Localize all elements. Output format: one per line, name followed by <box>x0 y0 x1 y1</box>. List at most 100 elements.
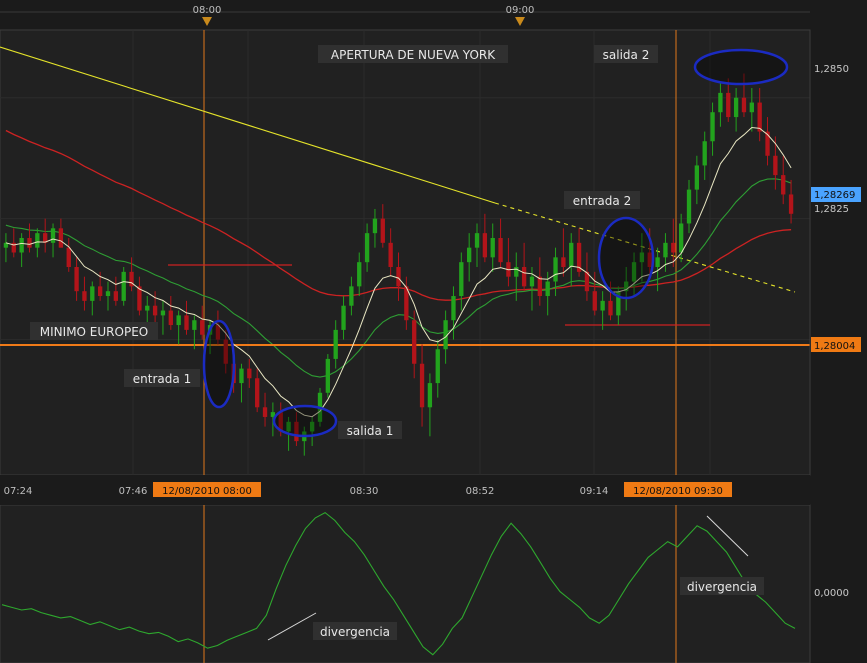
candle-body <box>27 237 32 248</box>
session-open-label: APERTURA DE NUEVA YORK <box>331 48 496 62</box>
candle-body <box>749 102 754 113</box>
candle-body <box>90 286 95 301</box>
candle-body <box>514 267 519 277</box>
candle-body <box>176 315 181 326</box>
candle-body <box>474 233 480 248</box>
candle-body <box>561 257 566 268</box>
candle-body <box>671 242 676 253</box>
candle-body <box>529 276 535 287</box>
candle-body <box>569 242 574 268</box>
candle-body <box>686 189 692 224</box>
candle-body <box>451 296 456 321</box>
candle-body <box>678 223 684 253</box>
exit1-label: salida 1 <box>347 424 394 438</box>
candle-body <box>710 112 715 142</box>
time-highlight-0930-label: 12/08/2010 09:30 <box>633 486 723 497</box>
candle-body <box>757 102 762 132</box>
entry2-ellipse <box>597 216 655 300</box>
top-marker-0900: 09:00 <box>506 5 535 16</box>
candle-body <box>733 97 739 118</box>
candle-body <box>521 267 527 287</box>
candle-body <box>168 310 173 326</box>
candle-body <box>19 237 24 253</box>
candle-body <box>498 237 503 263</box>
annotation-exit1: salida 1 <box>338 421 402 439</box>
price-tick-12850: 1,2850 <box>814 64 849 75</box>
annotation-exit2: salida 2 <box>594 45 658 63</box>
candle-body <box>608 300 613 316</box>
time-tick-0914: 09:14 <box>580 486 609 497</box>
candle-body <box>412 320 417 364</box>
candle-body <box>192 320 197 330</box>
annotation-entry2: entrada 2 <box>564 191 640 209</box>
exit2-label: salida 2 <box>603 48 650 62</box>
candle-body <box>357 262 362 287</box>
candle-body <box>50 228 56 243</box>
annotation-entry1: entrada 1 <box>124 369 200 387</box>
support-price-label: 1,28004 <box>814 341 855 352</box>
candle-body <box>726 92 731 118</box>
candle-body <box>66 247 71 268</box>
time-tick-0830: 08:30 <box>350 486 379 497</box>
candle-body <box>718 92 723 113</box>
price-pane <box>0 29 811 476</box>
candle-body <box>396 267 401 287</box>
candle-body <box>545 281 550 297</box>
candle-body <box>200 320 205 335</box>
candle-body <box>694 165 700 190</box>
candle-body <box>113 291 119 301</box>
candle-body <box>467 247 472 263</box>
candle-body <box>655 257 660 268</box>
candle-body <box>325 358 330 393</box>
candle-body <box>553 257 558 282</box>
candle-body <box>247 368 252 379</box>
candle-body <box>419 363 425 408</box>
candle-body <box>435 349 440 384</box>
time-tick-0852: 08:52 <box>466 486 495 497</box>
candle-body <box>82 291 87 301</box>
entry1-label: entrada 1 <box>133 372 191 386</box>
chart-canvas: 08:00 09:00 APERTURA DE NUEVA YORK MINIM… <box>0 0 867 663</box>
time-tick-0724: 07:24 <box>4 486 33 497</box>
entry2-label: entrada 2 <box>573 194 631 208</box>
candle-body <box>35 233 40 248</box>
candle-body <box>239 368 244 384</box>
price-tick-12825: 1,2825 <box>814 204 849 215</box>
candle-body <box>781 175 786 195</box>
annotation-divergence1: divergencia <box>313 622 397 640</box>
candle-body <box>663 242 668 258</box>
candle-body <box>333 329 338 359</box>
candle-body <box>600 300 605 311</box>
candle-body <box>97 286 103 297</box>
candle-body <box>184 315 189 330</box>
candle-body <box>482 233 488 258</box>
candle-body <box>262 407 268 417</box>
candle-body <box>741 97 747 113</box>
time-highlight-0800-label: 12/08/2010 08:00 <box>162 486 252 497</box>
divergence2-label: divergencia <box>687 580 757 594</box>
candle-body <box>537 276 542 297</box>
divergence1-label: divergencia <box>320 625 390 639</box>
top-marker-0800: 08:00 <box>193 5 222 16</box>
candle-body <box>255 378 260 408</box>
candle-body <box>121 271 126 301</box>
time-tick-0746: 07:46 <box>119 486 148 497</box>
exit2-ellipse <box>693 48 789 86</box>
candle-body <box>773 155 778 176</box>
candle-body <box>58 228 64 248</box>
oscillator-zero-label: 0,0000 <box>814 588 849 599</box>
candle-body <box>341 305 346 330</box>
candle-body <box>459 262 464 297</box>
candle-body <box>372 218 378 234</box>
current-price-label: 1,28269 <box>814 190 855 201</box>
candle-body <box>145 305 150 311</box>
candle-body <box>74 267 79 292</box>
candle-body <box>702 141 707 166</box>
candle-body <box>380 218 385 243</box>
candle-body <box>388 242 393 268</box>
european-low-label: MINIMO EUROPEO <box>40 325 148 339</box>
annotation-european-low: MINIMO EUROPEO <box>30 322 158 340</box>
candle-body <box>105 291 111 297</box>
time-axis: 07:24 07:46 08:30 08:52 09:14 12/08/2010… <box>0 475 810 505</box>
exit1-ellipse <box>272 404 338 438</box>
